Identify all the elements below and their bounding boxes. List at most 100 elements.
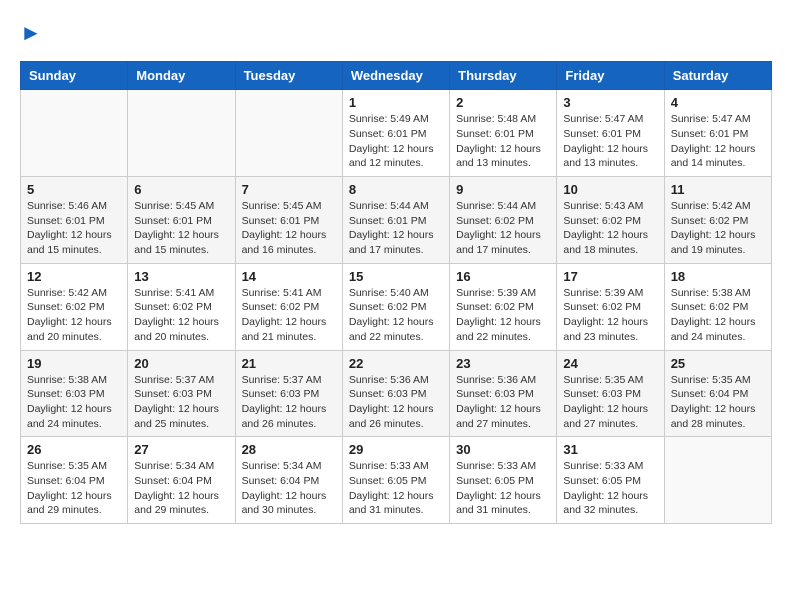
calendar-cell: 11 Sunrise: 5:42 AM Sunset: 6:02 PM Dayli… bbox=[664, 177, 771, 264]
calendar-cell: 26Sunrise: 5:35 AM Sunset: 6:04 PM Dayli… bbox=[21, 437, 128, 524]
day-number: 15 bbox=[349, 269, 443, 284]
day-number: 14 bbox=[242, 269, 336, 284]
day-info: Sunrise: 5:38 AM Sunset: 6:03 PM Dayligh… bbox=[27, 373, 121, 432]
weekday-header: Tuesday bbox=[235, 62, 342, 90]
day-number: 22 bbox=[349, 356, 443, 371]
day-info: Sunrise: 5:45 AM Sunset: 6:01 PM Dayligh… bbox=[134, 199, 228, 258]
day-info: Sunrise: 5:45 AM Sunset: 6:01 PM Dayligh… bbox=[242, 199, 336, 258]
calendar-cell: 10 Sunrise: 5:43 AM Sunset: 6:02 PM Dayli… bbox=[557, 177, 664, 264]
weekday-header: Wednesday bbox=[342, 62, 449, 90]
calendar-cell: 13 Sunrise: 5:41 AM Sunset: 6:02 PM Dayli… bbox=[128, 263, 235, 350]
day-info: Sunrise: 5:42 AM Sunset: 6:02 PM Dayligh… bbox=[671, 199, 765, 258]
day-info: Sunrise: 5:33 AM Sunset: 6:05 PM Dayligh… bbox=[456, 459, 550, 518]
calendar-week-row: 26Sunrise: 5:35 AM Sunset: 6:04 PM Dayli… bbox=[21, 437, 772, 524]
calendar-cell: 28 Sunrise: 5:34 AM Sunset: 6:04 PM Dayli… bbox=[235, 437, 342, 524]
day-info: Sunrise: 5:40 AM Sunset: 6:02 PM Dayligh… bbox=[349, 286, 443, 345]
weekday-header: Monday bbox=[128, 62, 235, 90]
weekday-header: Saturday bbox=[664, 62, 771, 90]
logo-blue-text: ► bbox=[20, 20, 42, 45]
calendar-cell bbox=[21, 90, 128, 177]
calendar-cell: 19 Sunrise: 5:38 AM Sunset: 6:03 PM Dayli… bbox=[21, 350, 128, 437]
day-info: Sunrise: 5:36 AM Sunset: 6:03 PM Dayligh… bbox=[349, 373, 443, 432]
day-number: 5 bbox=[27, 182, 121, 197]
calendar-cell: 22 Sunrise: 5:36 AM Sunset: 6:03 PM Dayli… bbox=[342, 350, 449, 437]
calendar-cell: 14Sunrise: 5:41 AM Sunset: 6:02 PM Dayli… bbox=[235, 263, 342, 350]
day-number: 13 bbox=[134, 269, 228, 284]
weekday-header: Sunday bbox=[21, 62, 128, 90]
day-number: 10 bbox=[563, 182, 657, 197]
page-header: ► bbox=[20, 20, 772, 45]
day-info: Sunrise: 5:43 AM Sunset: 6:02 PM Dayligh… bbox=[563, 199, 657, 258]
day-info: Sunrise: 5:38 AM Sunset: 6:02 PM Dayligh… bbox=[671, 286, 765, 345]
calendar-cell: 17 Sunrise: 5:39 AM Sunset: 6:02 PM Dayli… bbox=[557, 263, 664, 350]
calendar-table: SundayMondayTuesdayWednesdayThursdayFrid… bbox=[20, 61, 772, 524]
day-info: Sunrise: 5:35 AM Sunset: 6:04 PM Dayligh… bbox=[671, 373, 765, 432]
day-info: Sunrise: 5:35 AM Sunset: 6:04 PM Dayligh… bbox=[27, 459, 121, 518]
calendar-cell: 20Sunrise: 5:37 AM Sunset: 6:03 PM Dayli… bbox=[128, 350, 235, 437]
calendar-cell: 7 Sunrise: 5:45 AM Sunset: 6:01 PM Daylig… bbox=[235, 177, 342, 264]
day-number: 23 bbox=[456, 356, 550, 371]
day-info: Sunrise: 5:34 AM Sunset: 6:04 PM Dayligh… bbox=[134, 459, 228, 518]
calendar-week-row: 19 Sunrise: 5:38 AM Sunset: 6:03 PM Dayli… bbox=[21, 350, 772, 437]
day-info: Sunrise: 5:46 AM Sunset: 6:01 PM Dayligh… bbox=[27, 199, 121, 258]
day-info: Sunrise: 5:33 AM Sunset: 6:05 PM Dayligh… bbox=[563, 459, 657, 518]
calendar-cell: 31Sunrise: 5:33 AM Sunset: 6:05 PM Dayli… bbox=[557, 437, 664, 524]
day-info: Sunrise: 5:35 AM Sunset: 6:03 PM Dayligh… bbox=[563, 373, 657, 432]
calendar-cell: 30 Sunrise: 5:33 AM Sunset: 6:05 PM Dayli… bbox=[450, 437, 557, 524]
day-info: Sunrise: 5:47 AM Sunset: 6:01 PM Dayligh… bbox=[563, 112, 657, 171]
day-number: 30 bbox=[456, 442, 550, 457]
day-info: Sunrise: 5:44 AM Sunset: 6:01 PM Dayligh… bbox=[349, 199, 443, 258]
day-number: 9 bbox=[456, 182, 550, 197]
calendar-cell: 3 Sunrise: 5:47 AM Sunset: 6:01 PM Daylig… bbox=[557, 90, 664, 177]
day-number: 25 bbox=[671, 356, 765, 371]
calendar-cell bbox=[235, 90, 342, 177]
day-number: 16 bbox=[456, 269, 550, 284]
calendar-cell: 24Sunrise: 5:35 AM Sunset: 6:03 PM Dayli… bbox=[557, 350, 664, 437]
day-number: 29 bbox=[349, 442, 443, 457]
calendar-week-row: 12 Sunrise: 5:42 AM Sunset: 6:02 PM Dayli… bbox=[21, 263, 772, 350]
calendar-cell: 18 Sunrise: 5:38 AM Sunset: 6:02 PM Dayli… bbox=[664, 263, 771, 350]
day-number: 28 bbox=[242, 442, 336, 457]
day-info: Sunrise: 5:37 AM Sunset: 6:03 PM Dayligh… bbox=[242, 373, 336, 432]
calendar-cell: 9 Sunrise: 5:44 AM Sunset: 6:02 PM Daylig… bbox=[450, 177, 557, 264]
calendar-cell: 29 Sunrise: 5:33 AM Sunset: 6:05 PM Dayli… bbox=[342, 437, 449, 524]
calendar-cell: 25 Sunrise: 5:35 AM Sunset: 6:04 PM Dayli… bbox=[664, 350, 771, 437]
day-info: Sunrise: 5:42 AM Sunset: 6:02 PM Dayligh… bbox=[27, 286, 121, 345]
day-info: Sunrise: 5:49 AM Sunset: 6:01 PM Dayligh… bbox=[349, 112, 443, 171]
day-number: 8 bbox=[349, 182, 443, 197]
day-number: 11 bbox=[671, 182, 765, 197]
day-info: Sunrise: 5:48 AM Sunset: 6:01 PM Dayligh… bbox=[456, 112, 550, 171]
calendar-cell: 15 Sunrise: 5:40 AM Sunset: 6:02 PM Dayli… bbox=[342, 263, 449, 350]
calendar-cell: 21 Sunrise: 5:37 AM Sunset: 6:03 PM Dayli… bbox=[235, 350, 342, 437]
day-info: Sunrise: 5:34 AM Sunset: 6:04 PM Dayligh… bbox=[242, 459, 336, 518]
day-info: Sunrise: 5:33 AM Sunset: 6:05 PM Dayligh… bbox=[349, 459, 443, 518]
calendar-cell: 16 Sunrise: 5:39 AM Sunset: 6:02 PM Dayli… bbox=[450, 263, 557, 350]
weekday-header-row: SundayMondayTuesdayWednesdayThursdayFrid… bbox=[21, 62, 772, 90]
calendar-cell: 2Sunrise: 5:48 AM Sunset: 6:01 PM Daylig… bbox=[450, 90, 557, 177]
day-number: 12 bbox=[27, 269, 121, 284]
day-number: 1 bbox=[349, 95, 443, 110]
day-number: 19 bbox=[27, 356, 121, 371]
day-number: 18 bbox=[671, 269, 765, 284]
day-number: 21 bbox=[242, 356, 336, 371]
weekday-header: Friday bbox=[557, 62, 664, 90]
calendar-week-row: 5 Sunrise: 5:46 AM Sunset: 6:01 PM Daylig… bbox=[21, 177, 772, 264]
day-number: 17 bbox=[563, 269, 657, 284]
day-number: 7 bbox=[242, 182, 336, 197]
weekday-header: Thursday bbox=[450, 62, 557, 90]
day-info: Sunrise: 5:39 AM Sunset: 6:02 PM Dayligh… bbox=[563, 286, 657, 345]
day-info: Sunrise: 5:41 AM Sunset: 6:02 PM Dayligh… bbox=[134, 286, 228, 345]
day-number: 4 bbox=[671, 95, 765, 110]
day-number: 3 bbox=[563, 95, 657, 110]
day-info: Sunrise: 5:36 AM Sunset: 6:03 PM Dayligh… bbox=[456, 373, 550, 432]
calendar-cell: 12 Sunrise: 5:42 AM Sunset: 6:02 PM Dayli… bbox=[21, 263, 128, 350]
day-info: Sunrise: 5:44 AM Sunset: 6:02 PM Dayligh… bbox=[456, 199, 550, 258]
calendar-cell: 23 Sunrise: 5:36 AM Sunset: 6:03 PM Dayli… bbox=[450, 350, 557, 437]
calendar-cell: 27Sunrise: 5:34 AM Sunset: 6:04 PM Dayli… bbox=[128, 437, 235, 524]
logo: ► bbox=[20, 20, 42, 45]
calendar-cell: 4 Sunrise: 5:47 AM Sunset: 6:01 PM Daylig… bbox=[664, 90, 771, 177]
calendar-cell: 5 Sunrise: 5:46 AM Sunset: 6:01 PM Daylig… bbox=[21, 177, 128, 264]
day-info: Sunrise: 5:47 AM Sunset: 6:01 PM Dayligh… bbox=[671, 112, 765, 171]
day-info: Sunrise: 5:39 AM Sunset: 6:02 PM Dayligh… bbox=[456, 286, 550, 345]
calendar-week-row: 1 Sunrise: 5:49 AM Sunset: 6:01 PM Daylig… bbox=[21, 90, 772, 177]
